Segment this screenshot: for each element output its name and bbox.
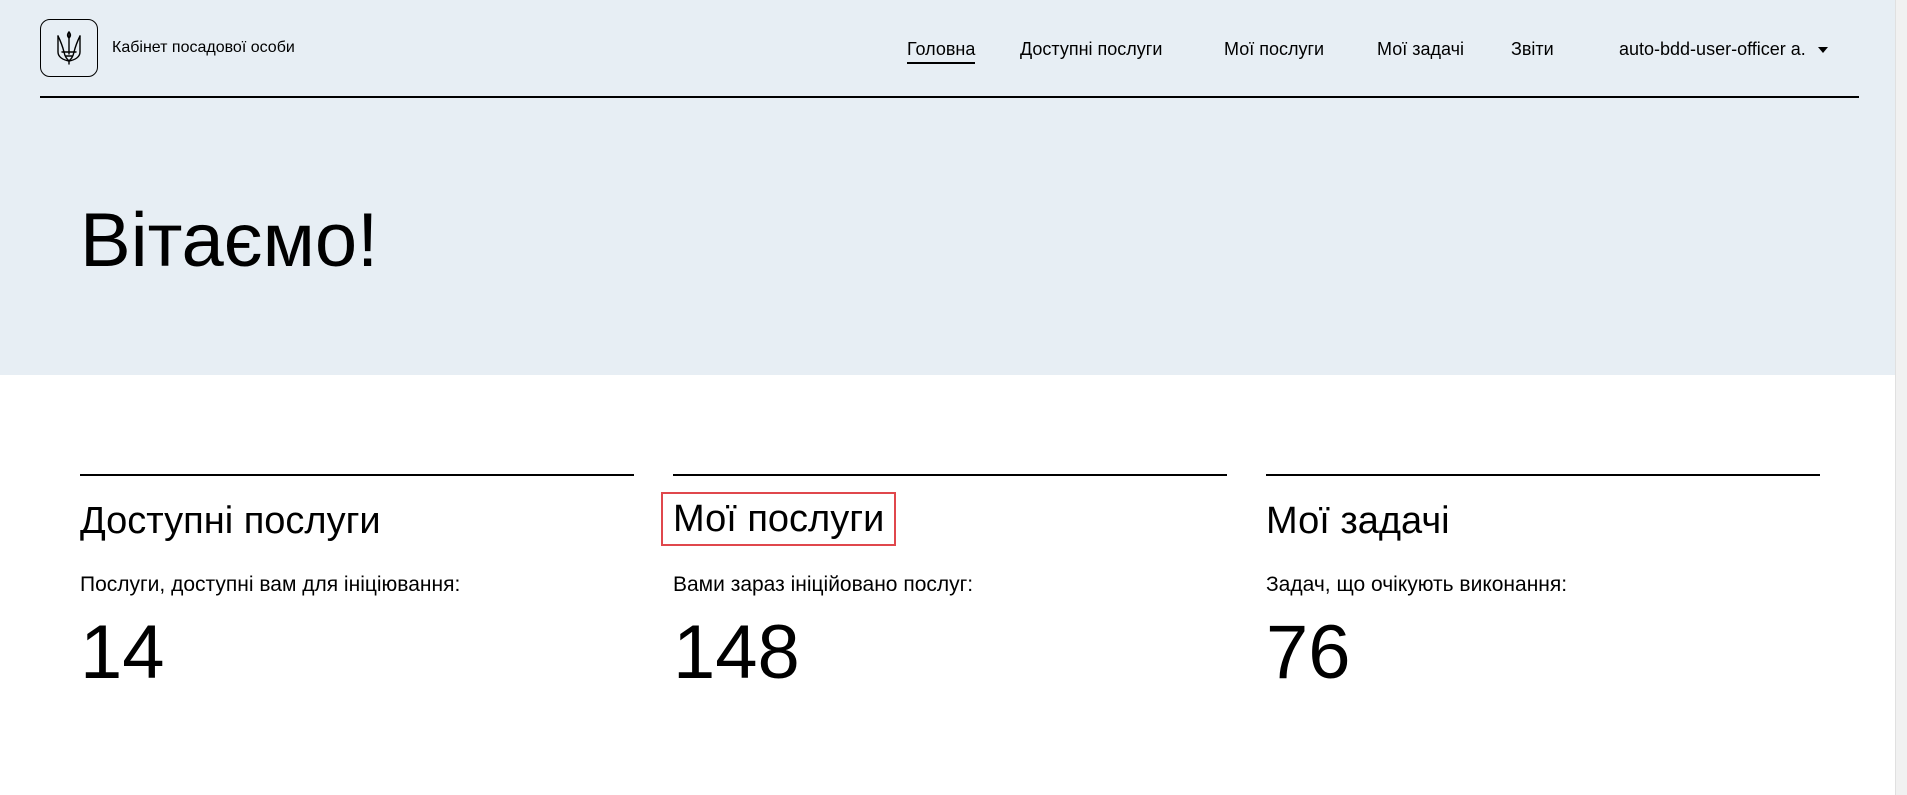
card-title[interactable]: Мої задачі [1266,498,1450,544]
card-my-tasks[interactable]: Мої задачі Задач, що очікують виконання:… [1266,474,1820,695]
logo[interactable] [40,19,98,77]
card-description: Задач, що очікують виконання: [1266,573,1568,596]
card-available-services[interactable]: Доступні послуги Послуги, доступні вам д… [80,474,634,695]
caret-down-icon [1817,46,1828,53]
card-description: Вами зараз ініційовано послуг: [673,573,974,596]
card-count: 76 [1266,610,1351,695]
nav-my-tasks[interactable]: Мої задачі [1377,37,1464,61]
card-count: 148 [673,610,800,695]
card-title[interactable]: Доступні послуги [80,498,381,544]
user-menu[interactable]: auto-bdd-user-officer a. [1619,37,1828,61]
vertical-scrollbar[interactable] [1895,0,1907,795]
nav-available-services[interactable]: Доступні послуги [1020,37,1162,61]
card-description: Послуги, доступні вам для ініціювання: [80,573,461,596]
brand-title: Кабінет посадової особи [112,39,295,56]
card-count: 14 [80,610,165,695]
trident-icon [57,31,81,65]
card-my-services[interactable]: Мої послуги Вами зараз ініційовано послу… [660,474,1227,695]
user-name: auto-bdd-user-officer a. [1619,39,1806,59]
card-title[interactable]: Мої послуги [660,492,897,546]
nav-home[interactable]: Головна [907,37,976,64]
nav-my-services[interactable]: Мої послуги [1224,37,1324,61]
nav-reports[interactable]: Звіти [1511,37,1554,61]
top-header: Кабінет посадової особи Головна Доступні… [40,0,1859,98]
page-title: Вітаємо! [80,198,379,283]
